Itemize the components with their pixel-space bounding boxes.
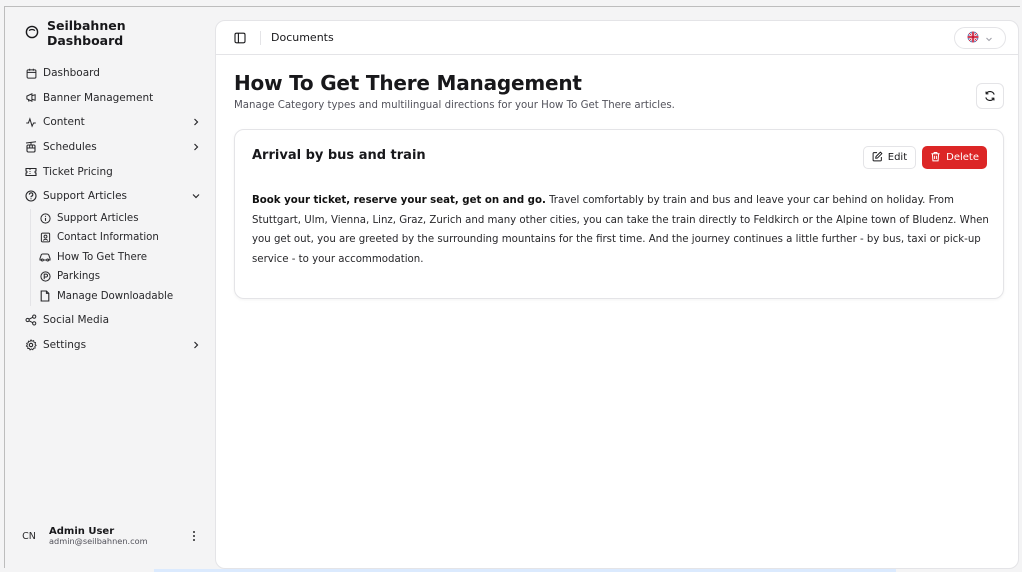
breadcrumb[interactable]: Documents <box>271 31 954 44</box>
brand[interactable]: Seilbahnen Dashboard <box>25 18 205 48</box>
chevron-down-icon <box>985 28 993 47</box>
logo-icon <box>25 24 39 43</box>
sidebar-item-label: Content <box>43 116 85 129</box>
sidebar: Seilbahnen Dashboard Dashboard Banner Ma… <box>5 7 215 567</box>
language-select[interactable] <box>954 26 1006 49</box>
edit-icon <box>872 151 883 165</box>
ticket-icon <box>25 166 37 178</box>
sidebar-toggle-icon[interactable] <box>232 30 248 46</box>
submenu-item-label: Contact Information <box>57 232 159 244</box>
card-actions: Edit Delete <box>862 146 987 169</box>
activity-icon <box>25 116 37 128</box>
car-icon <box>39 251 51 263</box>
submenu-item-label: Support Articles <box>57 212 139 224</box>
sidebar-item-label: Schedules <box>43 141 97 154</box>
app-frame: Seilbahnen Dashboard Dashboard Banner Ma… <box>4 6 1020 569</box>
submenu-item-parkings[interactable]: Parkings <box>39 267 205 287</box>
article-card: Arrival by bus and train Edit Delete Boo… <box>234 129 1004 299</box>
sidebar-item-content[interactable]: Content <box>25 110 205 135</box>
sidebar-item-settings[interactable]: Settings <box>25 333 205 358</box>
sidebar-item-label: Banner Management <box>43 91 154 104</box>
user-menu[interactable]: CN Admin User admin@seilbahnen.com <box>17 519 201 553</box>
sidebar-item-schedules[interactable]: Schedules <box>25 135 205 160</box>
megaphone-icon <box>25 92 37 104</box>
submenu-item-manage-downloadable[interactable]: Manage Downloadable <box>39 287 205 307</box>
card-body: Book your ticket, reserve your seat, get… <box>252 191 994 269</box>
user-email: admin@seilbahnen.com <box>49 536 148 547</box>
page-title: How To Get There Management <box>234 71 582 95</box>
sidebar-item-dashboard[interactable]: Dashboard <box>25 61 205 86</box>
submenu-item-label: Parkings <box>57 271 101 283</box>
submenu-item-label: How To Get There <box>57 251 147 263</box>
sidebar-item-label: Settings <box>43 338 87 351</box>
avatar: CN <box>22 530 36 542</box>
chevron-right-icon <box>191 340 201 350</box>
gear-icon <box>25 339 37 351</box>
sidebar-item-ticket-pricing[interactable]: Ticket Pricing <box>25 159 205 184</box>
share-icon <box>25 314 37 326</box>
chevron-right-icon <box>191 117 201 127</box>
content: How To Get There Management Manage Categ… <box>216 55 1018 299</box>
sidebar-item-label: Dashboard <box>43 67 100 80</box>
cable-car-icon <box>25 141 37 153</box>
main-panel: Documents How To Get There Management Ma… <box>215 20 1019 569</box>
refresh-icon <box>984 87 996 106</box>
card-body-lead: Book your ticket, reserve your seat, get… <box>252 195 546 206</box>
page-subtitle: Manage Category types and multilingual d… <box>234 100 675 111</box>
divider <box>260 30 261 45</box>
more-vertical-icon[interactable] <box>187 527 201 545</box>
support-submenu: Support Articles Contact Information How… <box>30 208 205 307</box>
submenu-item-support-articles[interactable]: Support Articles <box>39 209 205 229</box>
sidebar-item-banner-management[interactable]: Banner Management <box>25 86 205 111</box>
info-icon <box>39 212 51 224</box>
contact-icon <box>39 232 51 244</box>
sidebar-item-label: Support Articles <box>43 190 127 203</box>
submenu-item-label: Manage Downloadable <box>57 290 174 302</box>
sidebar-item-social-media[interactable]: Social Media <box>25 308 205 333</box>
trash-icon <box>930 151 941 165</box>
sidebar-item-label: Ticket Pricing <box>43 165 113 178</box>
uk-flag-icon <box>967 28 979 47</box>
edit-label: Edit <box>887 152 908 163</box>
parking-icon <box>39 271 51 283</box>
edit-button[interactable]: Edit <box>862 146 917 169</box>
user-info: Admin User admin@seilbahnen.com <box>49 526 187 547</box>
delete-label: Delete <box>946 152 979 163</box>
help-circle-icon <box>25 190 37 202</box>
sidebar-item-label: Social Media <box>43 314 110 327</box>
submenu-item-how-to-get-there[interactable]: How To Get There <box>39 248 205 268</box>
calendar-icon <box>25 67 37 79</box>
file-icon <box>39 290 51 302</box>
chevron-right-icon <box>191 142 201 152</box>
brand-name: Seilbahnen Dashboard <box>47 18 126 48</box>
delete-button[interactable]: Delete <box>922 146 987 169</box>
refresh-button[interactable] <box>976 83 1004 109</box>
topbar: Documents <box>216 21 1018 55</box>
sidebar-item-support-articles[interactable]: Support Articles <box>25 184 205 209</box>
chevron-down-icon <box>191 191 201 201</box>
submenu-item-contact-information[interactable]: Contact Information <box>39 228 205 248</box>
